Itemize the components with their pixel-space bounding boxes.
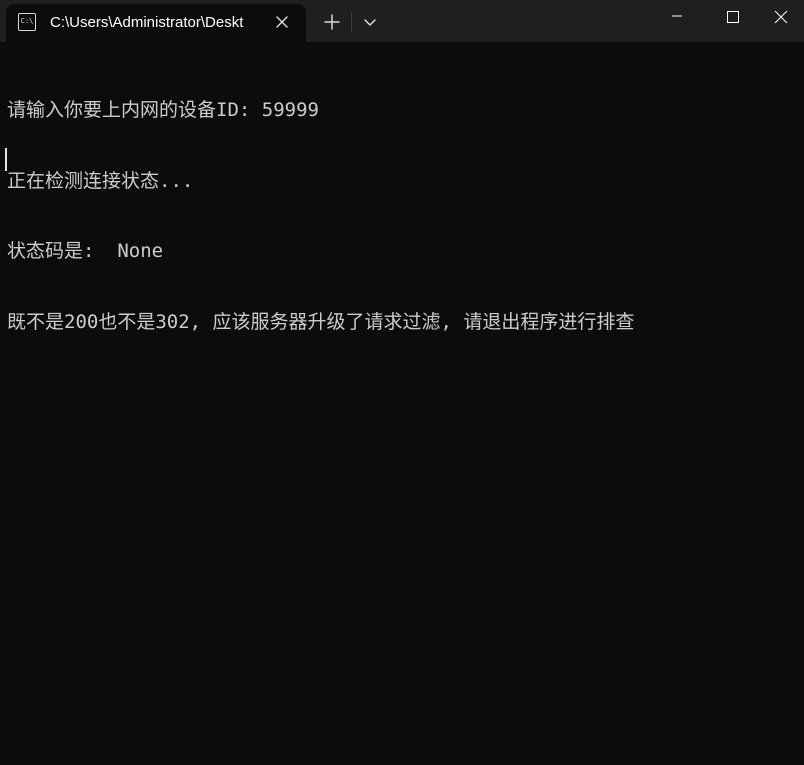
console-line: 状态码是: None: [7, 240, 164, 262]
console-line: 正在检测连接状态...: [7, 169, 194, 192]
terminal-icon: C:\: [18, 13, 36, 31]
tab-dropdown-button[interactable]: [356, 10, 384, 34]
tab-title: C:\Users\Administrator\Deskt: [50, 14, 244, 31]
tab-divider: [351, 12, 352, 32]
title-bar: C:\ C:\Users\Administrator\Deskt: [0, 0, 804, 42]
close-icon: [276, 16, 288, 28]
terminal-window: C:\ C:\Users\Administrator\Deskt 请输入你要上内…: [0, 0, 804, 765]
console-output[interactable]: 请输入你要上内网的设备ID: 59999 正在检测连接状态... 状态码是: N…: [7, 52, 797, 752]
minimize-button[interactable]: [654, 0, 700, 34]
minimize-icon: [672, 15, 682, 17]
text-cursor: [5, 148, 7, 171]
close-tab-button[interactable]: [272, 12, 292, 32]
close-window-button[interactable]: [758, 0, 804, 34]
tab-active[interactable]: C:\ C:\Users\Administrator\Deskt: [6, 4, 306, 42]
close-icon: [774, 10, 788, 24]
plus-icon: [324, 14, 340, 30]
maximize-icon: [727, 11, 739, 23]
new-tab-button[interactable]: [318, 10, 346, 34]
console-line: 请输入你要上内网的设备ID: 59999: [7, 99, 319, 121]
maximize-button[interactable]: [710, 0, 756, 34]
chevron-down-icon: [364, 19, 376, 26]
console-line: 既不是200也不是302, 应该服务器升级了请求过滤, 请退出程序进行排查: [7, 310, 635, 333]
